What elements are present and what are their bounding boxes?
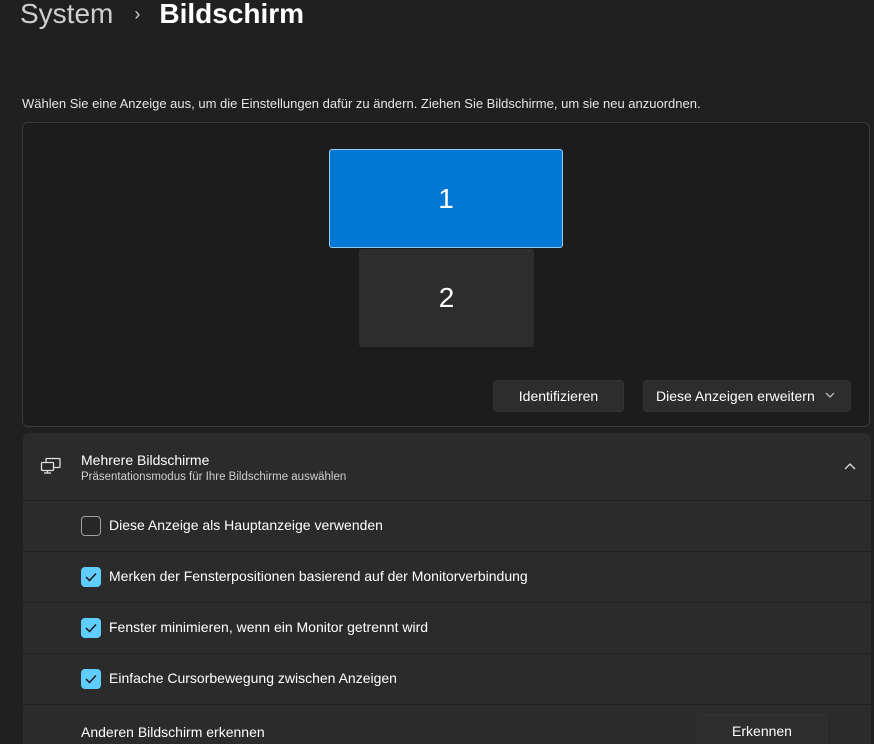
monitor-1[interactable]: 1	[329, 149, 563, 248]
chevron-down-icon	[825, 392, 835, 398]
display-mode-dropdown[interactable]: Diese Anzeigen erweitern	[643, 380, 851, 412]
minimize-windows-label: Fenster minimieren, wenn ein Monitor get…	[109, 619, 429, 635]
breadcrumb: System › Bildschirm	[20, 0, 304, 36]
remember-windows-label: Merken der Fensterpositionen basierend a…	[109, 568, 528, 584]
option-row-minimize-windows[interactable]: Fenster minimieren, wenn ein Monitor get…	[23, 603, 871, 653]
checkmark-icon	[85, 674, 97, 684]
display-arrangement-panel: 1 2 Identifizieren Diese Anzeigen erweit…	[22, 122, 870, 427]
identify-button[interactable]: Identifizieren	[493, 380, 624, 412]
settings-page: System › Bildschirm Wählen Sie eine Anze…	[0, 0, 874, 744]
remember-windows-checkbox[interactable]	[81, 567, 101, 587]
monitor-2[interactable]: 2	[359, 249, 534, 347]
option-row-primary-display[interactable]: Diese Anzeige als Hauptanzeige verwenden	[23, 501, 871, 551]
minimize-windows-checkbox[interactable]	[81, 618, 101, 638]
cursor-movement-label: Einfache Cursorbewegung zwischen Anzeige…	[109, 670, 397, 686]
display-mode-selected: Diese Anzeigen erweitern	[656, 388, 815, 404]
detect-button[interactable]: Erkennen	[697, 714, 827, 744]
primary-display-checkbox[interactable]	[81, 516, 101, 536]
detect-display-label: Anderen Bildschirm erkennen	[81, 724, 265, 740]
breadcrumb-chevron-icon: ›	[134, 3, 141, 24]
page-title: Bildschirm	[159, 0, 305, 29]
detect-display-row: Anderen Bildschirm erkennen Erkennen	[23, 705, 871, 744]
chevron-up-icon[interactable]	[843, 460, 857, 474]
multiple-displays-header[interactable]: Mehrere Bildschirme Präsentationsmodus f…	[23, 433, 871, 500]
multiple-displays-subtitle: Präsentationsmodus für Ihre Bildschirme …	[81, 471, 347, 483]
arrangement-instruction: Wählen Sie eine Anzeige aus, um die Eins…	[22, 96, 701, 111]
multiple-displays-title: Mehrere Bildschirme	[81, 452, 210, 468]
checkmark-icon	[85, 572, 97, 582]
multi-monitor-icon	[40, 457, 61, 474]
checkmark-icon	[85, 623, 97, 633]
option-row-cursor-movement[interactable]: Einfache Cursorbewegung zwischen Anzeige…	[23, 654, 871, 704]
option-row-remember-windows[interactable]: Merken der Fensterpositionen basierend a…	[23, 552, 871, 602]
breadcrumb-system[interactable]: System	[20, 0, 113, 30]
primary-display-label: Diese Anzeige als Hauptanzeige verwenden	[109, 517, 383, 533]
cursor-movement-checkbox[interactable]	[81, 669, 101, 689]
multiple-displays-section: Mehrere Bildschirme Präsentationsmodus f…	[23, 433, 871, 744]
